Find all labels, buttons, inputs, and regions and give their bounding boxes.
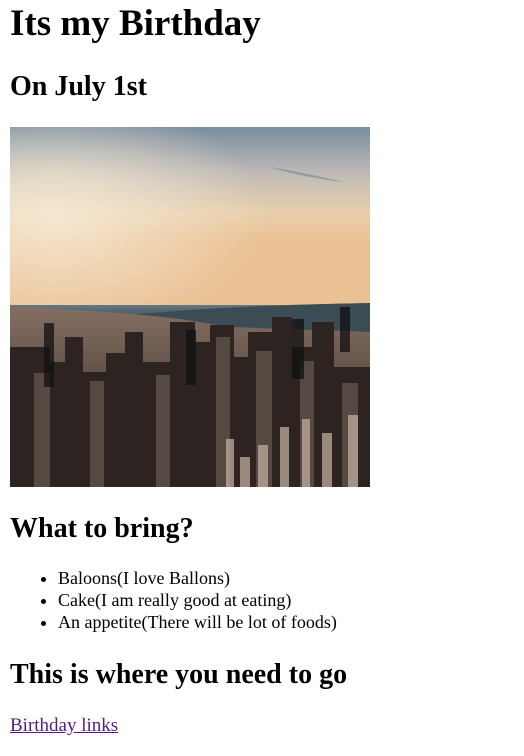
bring-list: Baloons(I love Ballons) Cake(I am really… — [10, 567, 337, 633]
list-item: Cake(I am really good at eating) — [58, 589, 337, 611]
what-to-bring-heading: What to bring? — [10, 513, 194, 544]
list-item: Baloons(I love Ballons) — [58, 567, 337, 589]
birthday-links-link[interactable]: Birthday links — [10, 714, 118, 738]
city-skyline-image — [10, 127, 370, 487]
date-heading: On July 1st — [10, 71, 147, 102]
page-title: Its my Birthday — [10, 3, 261, 44]
where-to-go-heading: This is where you need to go — [10, 659, 348, 690]
city-skyline-photo — [10, 127, 370, 487]
page: Its my Birthday On July 1st What to brin… — [10, 0, 514, 756]
list-item: An appetite(There will be lot of foods) — [58, 611, 337, 633]
